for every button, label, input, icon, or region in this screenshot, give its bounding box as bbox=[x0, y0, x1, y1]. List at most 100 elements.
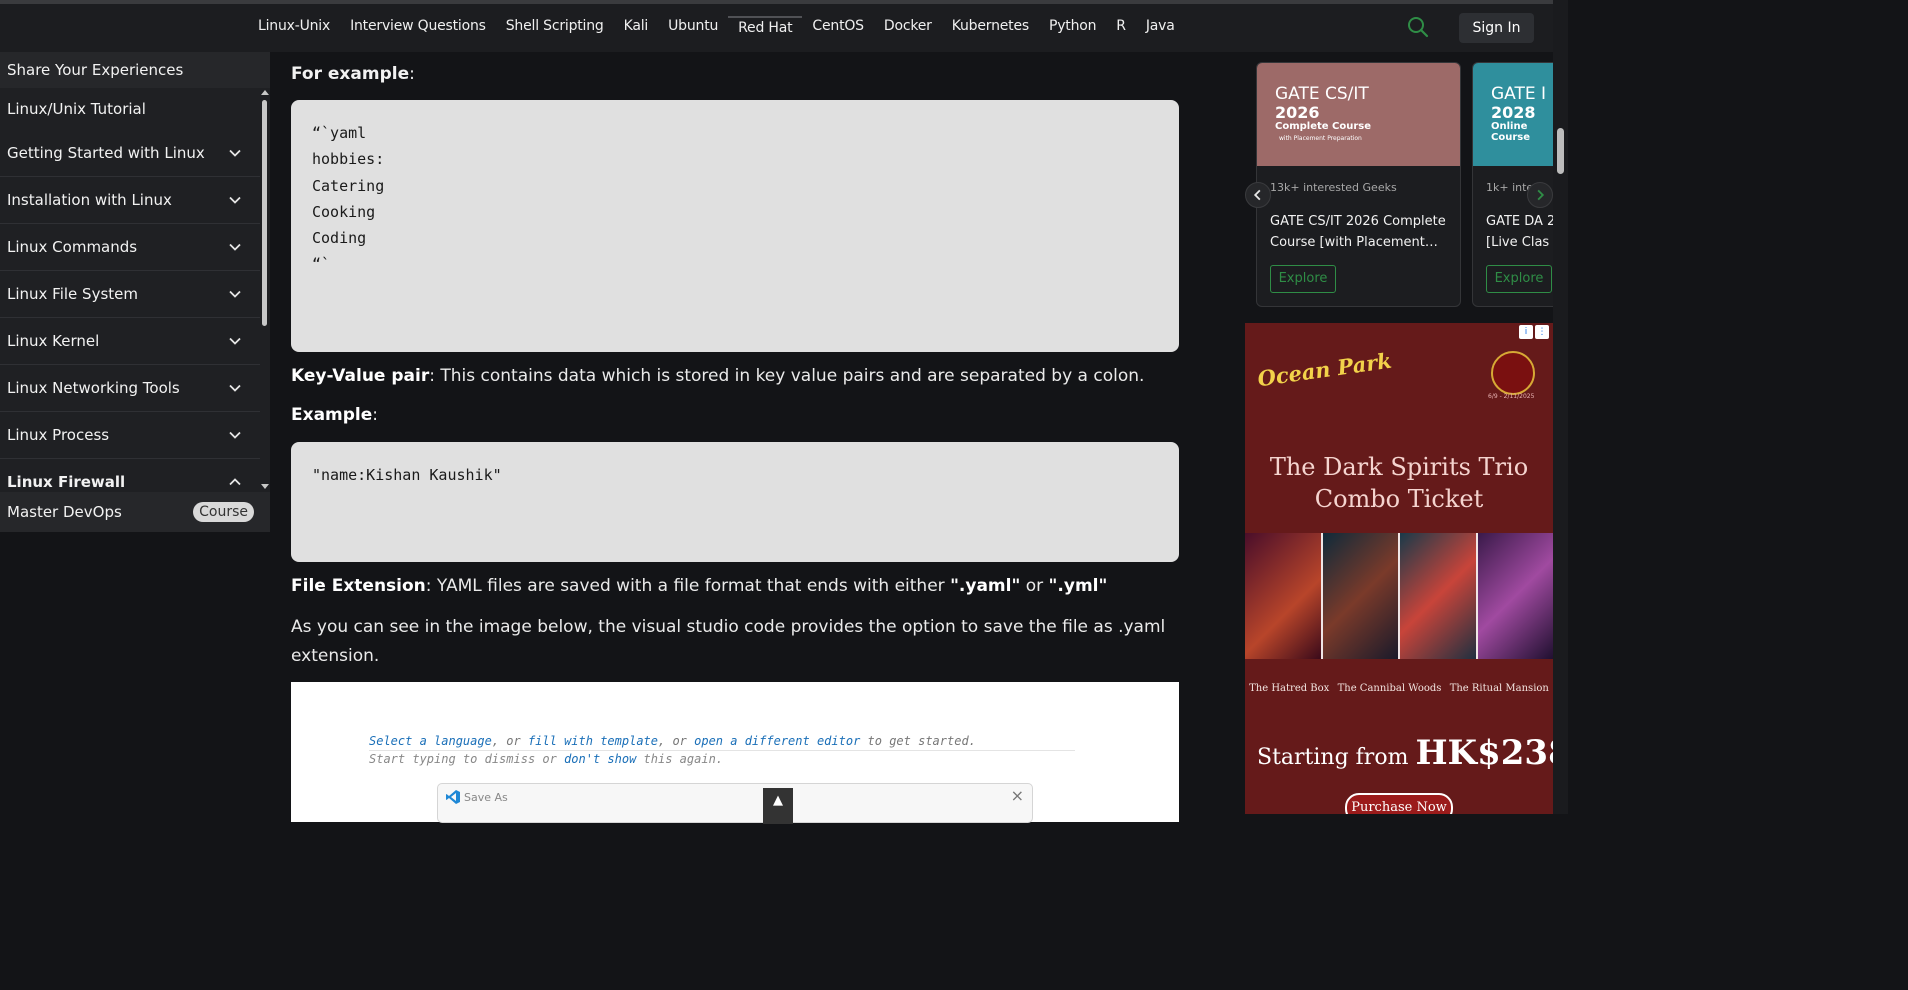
chevron-up-icon bbox=[229, 478, 241, 486]
explore-button[interactable]: Explore bbox=[1486, 265, 1552, 293]
sidebar-item-linux-networking-tools[interactable]: Linux Networking Tools bbox=[0, 365, 260, 412]
master-devops-link[interactable]: Master DevOps Course bbox=[0, 492, 270, 532]
ad-photo bbox=[1322, 533, 1398, 659]
ad-headline-line: Combo Ticket bbox=[1314, 485, 1484, 513]
banner-line-1: GATE I bbox=[1491, 84, 1547, 104]
sidebar-item-label: Linux Firewall bbox=[7, 473, 126, 491]
sidebar-item-getting-started[interactable]: Getting Started with Linux bbox=[0, 130, 260, 177]
heading-colon: : bbox=[372, 405, 379, 425]
heading-colon: : bbox=[409, 64, 415, 84]
editor-hint-line-2: Start typing to dismiss or don't show th… bbox=[369, 752, 723, 766]
or-text: or bbox=[1020, 576, 1049, 596]
carousel-prev-button[interactable] bbox=[1245, 182, 1271, 208]
sidebar-scroll-up-arrow[interactable] bbox=[261, 90, 269, 95]
code-block-example: "name:Kishan Kaushik" bbox=[291, 442, 1179, 562]
file-extension-paragraph: File Extension: YAML files are saved wit… bbox=[291, 572, 1179, 601]
nav-link-interview-questions[interactable]: Interview Questions bbox=[340, 16, 496, 38]
code-line: “` bbox=[312, 255, 331, 274]
banner-line-3: Complete Course bbox=[1275, 121, 1372, 132]
nav-link-kali[interactable]: Kali bbox=[614, 16, 659, 38]
hint-text: this again. bbox=[636, 752, 724, 766]
code-line: Catering bbox=[312, 176, 385, 195]
sidebar-item-label: Linux Process bbox=[7, 426, 110, 444]
ad-price: Starting from HK$238* bbox=[1257, 733, 1553, 773]
ad-menu-icon[interactable]: ⋮ bbox=[1535, 325, 1549, 339]
ocean-park-ad[interactable]: i ⋮ Ocean Park 6/9 - 2/11/2025 The Dark … bbox=[1245, 323, 1553, 814]
course-card-gate-cs-it[interactable]: GATE CS/IT 2026 Complete Course with Pla… bbox=[1256, 62, 1461, 307]
sidebar-item-linux-firewall[interactable]: Linux Firewall bbox=[0, 459, 260, 492]
explore-button[interactable]: Explore bbox=[1270, 265, 1336, 293]
fill-template-link: fill with template bbox=[527, 734, 658, 748]
course-banner: GATE CS/IT 2026 Complete Course with Pla… bbox=[1257, 63, 1460, 166]
sign-in-button[interactable]: Sign In bbox=[1459, 13, 1534, 43]
key-value-paragraph: Key-Value pair: This contains data which… bbox=[291, 362, 1179, 391]
sidebar-menu: Linux/Unix Tutorial Getting Started with… bbox=[0, 88, 260, 492]
sidebar-item-installation[interactable]: Installation with Linux bbox=[0, 177, 260, 224]
sidebar-item-linux-unix-tutorial[interactable]: Linux/Unix Tutorial bbox=[0, 88, 260, 130]
file-extension-text: : YAML files are saved with a file forma… bbox=[425, 576, 951, 596]
chevron-down-icon bbox=[229, 243, 241, 251]
ad-choices[interactable]: i ⋮ bbox=[1519, 325, 1549, 339]
sidebar-item-linux-process[interactable]: Linux Process bbox=[0, 412, 260, 459]
key-value-text: : This contains data which is stored in … bbox=[429, 366, 1145, 386]
page-scrollbar-thumb[interactable] bbox=[1557, 128, 1564, 174]
page-scrollbar[interactable] bbox=[1553, 0, 1568, 814]
halloween-fest-logo bbox=[1491, 351, 1535, 395]
course-title-line: Course [with Placement… bbox=[1270, 235, 1438, 250]
interested-count: 13k+ interested Geeks bbox=[1270, 181, 1397, 194]
course-banner: GATE I 2028 Online Course bbox=[1473, 63, 1561, 166]
sidebar-item-linux-kernel[interactable]: Linux Kernel bbox=[0, 318, 260, 365]
sidebar-item-label: Installation with Linux bbox=[7, 191, 172, 209]
master-devops-label: Master DevOps bbox=[7, 503, 122, 521]
sidebar-item-linux-commands[interactable]: Linux Commands bbox=[0, 224, 260, 271]
hint-text: Start typing to dismiss or bbox=[369, 752, 565, 766]
course-title-line: [Live Clas bbox=[1486, 235, 1550, 250]
nav-link-r[interactable]: R bbox=[1106, 16, 1136, 38]
purchase-now-button[interactable]: Purchase Now bbox=[1345, 793, 1453, 814]
for-example-heading: For example: bbox=[291, 64, 415, 84]
ad-headline-line: The Dark Spirits Trio bbox=[1269, 453, 1529, 481]
course-title-line: GATE CS/IT 2026 Complete bbox=[1270, 214, 1446, 229]
sidebar-scrollbar-thumb[interactable] bbox=[262, 100, 267, 326]
banner-line-3: Online Course bbox=[1491, 121, 1530, 143]
save-as-dialog: Save As ▲ × bbox=[437, 783, 1033, 824]
code-line: Cooking bbox=[312, 202, 376, 221]
example-heading: Example: bbox=[291, 401, 1179, 430]
sidebar-item-label: Getting Started with Linux bbox=[7, 144, 205, 162]
sidebar-scroll-down-arrow[interactable] bbox=[261, 484, 269, 489]
nav-link-docker[interactable]: Docker bbox=[874, 16, 942, 38]
code-line: hobbies: bbox=[312, 150, 385, 169]
nav-link-centos[interactable]: CentOS bbox=[802, 16, 873, 38]
course-title: GATE CS/IT 2026 Complete Course [with Pl… bbox=[1270, 211, 1450, 253]
sidebar-item-label: Linux Kernel bbox=[7, 332, 100, 350]
banner-line-2: 2026 bbox=[1275, 103, 1320, 122]
nav-link-shell-scripting[interactable]: Shell Scripting bbox=[496, 16, 614, 38]
chevron-down-icon bbox=[229, 149, 241, 157]
key-value-term: Key-Value pair bbox=[291, 366, 430, 386]
sidebar-item-label: Linux File System bbox=[7, 285, 138, 303]
attraction-name: The Cannibal Woods bbox=[1337, 683, 1442, 694]
carousel-next-button[interactable] bbox=[1527, 182, 1553, 208]
nav-link-linux-unix[interactable]: Linux-Unix bbox=[248, 16, 340, 38]
sidebar-item-label: Linux Commands bbox=[7, 238, 138, 256]
ad-dates: 6/9 - 2/11/2025 bbox=[1488, 393, 1535, 400]
scroll-to-top-button[interactable]: ▲ bbox=[763, 788, 793, 824]
nav-link-java[interactable]: Java bbox=[1136, 16, 1185, 38]
ad-info-icon[interactable]: i bbox=[1519, 325, 1533, 339]
attraction-name: The Hatred Box bbox=[1249, 683, 1330, 694]
search-icon[interactable] bbox=[1406, 15, 1430, 39]
chevron-down-icon bbox=[229, 431, 241, 439]
vscode-paragraph: As you can see in the image below, the v… bbox=[291, 617, 1166, 666]
ad-photo-strip bbox=[1245, 533, 1553, 659]
nav-link-python[interactable]: Python bbox=[1039, 16, 1106, 38]
share-experiences-link[interactable]: Share Your Experiences bbox=[0, 52, 270, 88]
hint-text: , or bbox=[491, 734, 528, 748]
yml-extension: ".yml" bbox=[1048, 576, 1108, 596]
nav-link-red-hat[interactable]: Red Hat bbox=[728, 16, 803, 38]
nav-link-kubernetes[interactable]: Kubernetes bbox=[942, 16, 1039, 38]
code-block-yaml: “`yaml hobbies: Catering Cooking Coding … bbox=[291, 100, 1179, 352]
chevron-down-icon bbox=[229, 290, 241, 298]
sidebar-item-linux-file-system[interactable]: Linux File System bbox=[0, 271, 260, 318]
nav-link-ubuntu[interactable]: Ubuntu bbox=[658, 16, 728, 38]
course-title: GATE DA 2 [Live Clas bbox=[1486, 211, 1561, 253]
